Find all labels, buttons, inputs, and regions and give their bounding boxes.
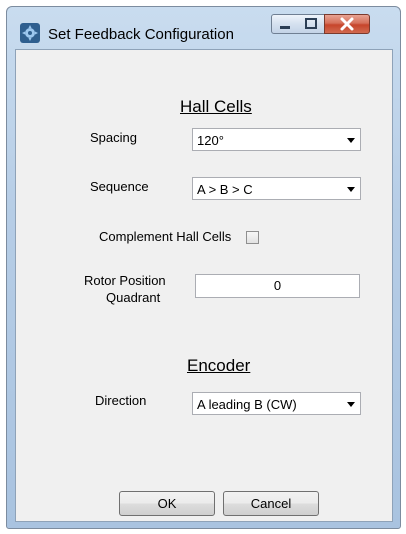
sequence-value: A > B > C (197, 182, 253, 197)
dropdown-arrow-icon (347, 138, 355, 143)
dropdown-arrow-icon (347, 187, 355, 192)
direction-value: A leading B (CW) (197, 397, 297, 412)
ok-button[interactable]: OK (119, 491, 215, 516)
complement-hall-cells-checkbox[interactable] (246, 231, 259, 244)
sequence-label: Sequence (90, 179, 149, 194)
close-button[interactable] (324, 14, 370, 34)
direction-dropdown[interactable]: A leading B (CW) (192, 392, 361, 415)
rotor-position-quadrant-input[interactable]: 0 (195, 274, 360, 298)
minimize-icon (280, 26, 290, 29)
maximize-button[interactable] (298, 14, 325, 34)
window-title: Set Feedback Configuration (48, 26, 234, 43)
dialog-body: Hall Cells Spacing 120° Sequence A > B >… (15, 49, 393, 522)
sequence-dropdown[interactable]: A > B > C (192, 177, 361, 200)
hall-cells-heading: Hall Cells (180, 97, 252, 116)
close-icon (340, 17, 354, 31)
app-icon (20, 23, 40, 43)
title-bar[interactable]: Set Feedback Configuration (7, 7, 400, 49)
spacing-label: Spacing (90, 130, 137, 145)
spacing-dropdown[interactable]: 120° (192, 128, 361, 151)
rotor-position-label: Rotor Position (84, 273, 166, 288)
dialog-window: Set Feedback Configuration Hall Cells Sp… (6, 6, 401, 529)
spacing-value: 120° (197, 133, 224, 148)
encoder-heading: Encoder (187, 356, 251, 375)
cancel-button[interactable]: Cancel (223, 491, 319, 516)
maximize-icon (305, 18, 317, 29)
complement-hall-cells-label: Complement Hall Cells (99, 229, 232, 244)
dropdown-arrow-icon (347, 402, 355, 407)
direction-label: Direction (95, 393, 147, 408)
minimize-button[interactable] (271, 14, 299, 34)
rotor-position-label-quadrant: Quadrant (106, 290, 161, 305)
